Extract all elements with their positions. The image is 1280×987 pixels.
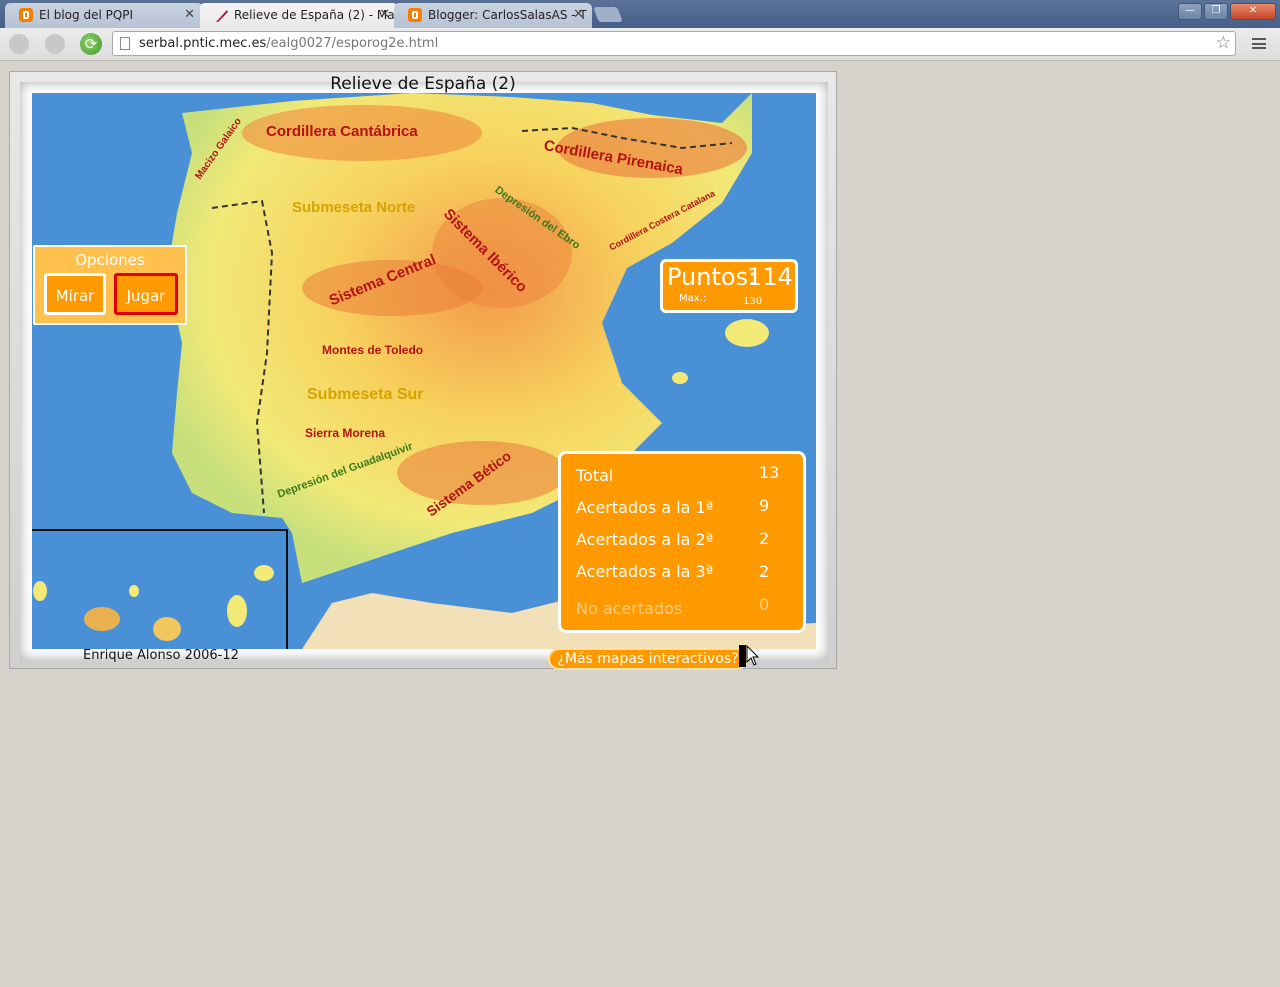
canary-islands-inset bbox=[32, 529, 288, 649]
third-value: 2 bbox=[759, 562, 770, 581]
blogger-icon bbox=[19, 8, 33, 22]
tab-title: Blogger: CarlosSalasAS - T bbox=[428, 8, 587, 22]
new-tab-button[interactable] bbox=[593, 7, 623, 22]
third-label: Acertados a la 3ª bbox=[576, 562, 714, 581]
score-value: 114 bbox=[747, 263, 793, 291]
second-label: Acertados a la 2ª bbox=[576, 530, 714, 549]
label-toledo: Montes de Toledo bbox=[322, 343, 424, 357]
close-icon[interactable]: ✕ bbox=[573, 7, 584, 22]
forward-button[interactable] bbox=[45, 34, 67, 54]
none-label: No acertados bbox=[576, 599, 683, 618]
menu-icon[interactable] bbox=[1252, 38, 1266, 49]
none-value: 0 bbox=[759, 595, 770, 614]
restore-icon[interactable]: ❐ bbox=[1204, 3, 1228, 20]
jugar-button[interactable]: Jugar bbox=[114, 273, 178, 315]
first-value: 9 bbox=[759, 496, 770, 515]
close-icon[interactable]: ✕ bbox=[184, 7, 195, 22]
url-text: serbal.pntic.mec.es/ealg0027/esporog2e.h… bbox=[139, 36, 438, 51]
quill-icon bbox=[214, 8, 228, 22]
tab-title: Relieve de España (2) - Ma bbox=[234, 8, 395, 22]
credit-text: Enrique Alonso 2006-12 bbox=[83, 648, 239, 663]
window-close-icon[interactable]: ✕ bbox=[1230, 3, 1276, 20]
blogger-icon bbox=[408, 8, 422, 22]
minimize-icon[interactable]: — bbox=[1178, 3, 1202, 20]
forward-arrow-icon bbox=[45, 34, 65, 54]
total-label: Total bbox=[576, 466, 614, 485]
score-label: Puntos: bbox=[667, 263, 757, 291]
tab-blog-pqpi[interactable]: El blog del PQPI ✕ bbox=[5, 3, 203, 28]
reload-icon[interactable]: ⟳ bbox=[80, 33, 102, 55]
map-app: Relieve de España (2) Cordillera Cantábr… bbox=[9, 71, 837, 670]
score-panel: Puntos: 114 Max.: 130 bbox=[660, 259, 798, 313]
url-host: serbal.pntic.mec.es bbox=[139, 36, 267, 51]
label-cantabrica: Cordillera Cantábrica bbox=[266, 123, 418, 140]
bookmark-star-icon[interactable]: ☆ bbox=[1216, 33, 1231, 53]
tab-blogger[interactable]: Blogger: CarlosSalasAS - T ✕ bbox=[394, 3, 592, 28]
tab-title: El blog del PQPI bbox=[39, 8, 134, 22]
canary-islands-shape bbox=[33, 565, 274, 641]
browser-toolbar: ⟳ serbal.pntic.mec.es/ealg0027/esporog2e… bbox=[0, 28, 1280, 61]
url-path: /ealg0027/esporog2e.html bbox=[266, 36, 439, 51]
page-title: Relieve de España (2) bbox=[330, 74, 516, 94]
label-sur: Submeseta Sur bbox=[307, 386, 424, 403]
back-button[interactable] bbox=[9, 34, 31, 54]
back-arrow-icon bbox=[9, 34, 29, 54]
total-value: 13 bbox=[759, 463, 780, 482]
first-label: Acertados a la 1ª bbox=[576, 498, 714, 517]
max-value: 130 bbox=[743, 296, 763, 307]
close-icon[interactable]: ✕ bbox=[379, 7, 390, 22]
window-controls: — ❐ ✕ bbox=[1178, 3, 1276, 20]
options-panel: Opciones Mirar Jugar bbox=[33, 245, 187, 325]
tab-strip: El blog del PQPI ✕ Relieve de España (2)… bbox=[0, 0, 1280, 28]
label-morena: Sierra Morena bbox=[305, 426, 386, 440]
mouse-cursor-icon bbox=[739, 645, 760, 667]
more-maps-link[interactable]: ¿Más mapas interactivos? bbox=[548, 648, 748, 670]
max-label: Max.: bbox=[679, 293, 707, 304]
mirar-button[interactable]: Mirar bbox=[44, 273, 106, 315]
address-bar[interactable]: serbal.pntic.mec.es/ealg0027/esporog2e.h… bbox=[112, 31, 1236, 56]
options-title: Opciones bbox=[75, 251, 145, 269]
page-icon bbox=[120, 37, 130, 50]
label-norte: Submeseta Norte bbox=[292, 199, 416, 216]
relief-map[interactable]: Cordillera Cantábrica Cordillera Pirenai… bbox=[32, 93, 816, 649]
tab-relieve[interactable]: Relieve de España (2) - Ma ✕ bbox=[200, 3, 398, 28]
second-value: 2 bbox=[759, 529, 770, 548]
stats-panel: Total 13 Acertados a la 1ª 9 Acertados a… bbox=[558, 451, 806, 633]
